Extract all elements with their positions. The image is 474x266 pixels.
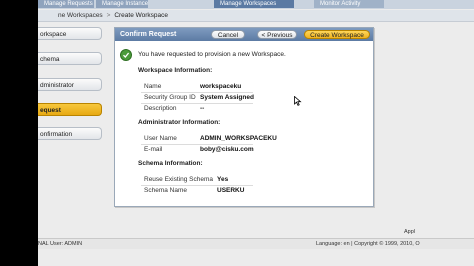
workspace-info-heading: Workspace Information: [138, 67, 213, 74]
admin-user-name-label: User Name [144, 135, 177, 142]
row-divider [141, 185, 253, 186]
reuse-schema-label: Reuse Existing Schema [144, 176, 214, 183]
previous-button[interactable]: < Previous [257, 30, 297, 39]
tab-monitor-activity[interactable]: Monitor Activity [314, 0, 384, 8]
check-icon [120, 49, 132, 61]
breadcrumb-current: Create Workspace [114, 12, 169, 19]
workspace-name-value: workspaceku [200, 83, 242, 90]
description-label: Description [144, 105, 177, 112]
mouse-cursor-icon [294, 93, 302, 106]
breadcrumb: ne Workspaces > Create Workspace [38, 10, 474, 22]
description-value: -- [200, 105, 205, 112]
application-version-text: Appl [404, 229, 416, 235]
row-divider [141, 92, 253, 93]
schema-name-label: Schema Name [144, 187, 187, 194]
admin-email-label: E-mail [144, 146, 163, 153]
screen: Manage Requests Manage Instance Manage W… [0, 0, 474, 266]
reuse-schema-value: Yes [217, 176, 229, 183]
create-workspace-button[interactable]: Create Workspace [304, 30, 370, 39]
admin-user-name-value: ADMIN_WORKSPACEKU [200, 135, 277, 142]
confirm-request-panel: Confirm Request Cancel < Previous Create… [114, 27, 374, 207]
administrator-info-heading: Administrator Information: [138, 119, 221, 126]
workspace-name-label: Name [144, 83, 162, 90]
footer-user: NAL User: ADMIN [38, 241, 83, 247]
schema-info-heading: Schema Information: [138, 160, 203, 167]
footer: NAL User: ADMIN Language: en | Copyright… [38, 238, 474, 249]
tab-manage-instance[interactable]: Manage Instance [96, 0, 148, 8]
breadcrumb-separator: > [106, 12, 111, 19]
breadcrumb-link-workspaces[interactable]: ne Workspaces [38, 10, 103, 21]
schema-name-value: USERKU [217, 187, 245, 194]
security-group-id-label: Security Group ID [144, 94, 196, 101]
wizard-step-request[interactable]: equest [38, 103, 102, 116]
admin-email-value: boby@cisku.com [200, 146, 254, 153]
row-divider [141, 103, 253, 104]
wizard-step-workspace[interactable]: orkspace [38, 27, 102, 40]
tab-manage-workspaces[interactable]: Manage Workspaces [214, 0, 294, 8]
top-tab-bar: Manage Requests Manage Instance Manage W… [38, 0, 474, 9]
footer-language-copyright: Language: en | Copyright © 1999, 2010, O [316, 241, 420, 247]
apex-admin-page: Manage Requests Manage Instance Manage W… [38, 0, 474, 266]
confirmation-message: You have requested to provision a new Wo… [138, 51, 286, 58]
panel-title: Confirm Request [120, 31, 177, 38]
security-group-id-value: System Assigned [200, 94, 254, 101]
panel-header: Confirm Request Cancel < Previous Create… [115, 28, 373, 41]
wizard-step-administrator[interactable]: dministrator [38, 78, 102, 91]
wizard-step-confirmation[interactable]: onfirmation [38, 127, 102, 140]
wizard-step-schema[interactable]: chema [38, 52, 102, 65]
row-divider [141, 144, 253, 145]
cancel-button[interactable]: Cancel [211, 30, 245, 39]
tab-manage-requests[interactable]: Manage Requests [38, 0, 94, 8]
